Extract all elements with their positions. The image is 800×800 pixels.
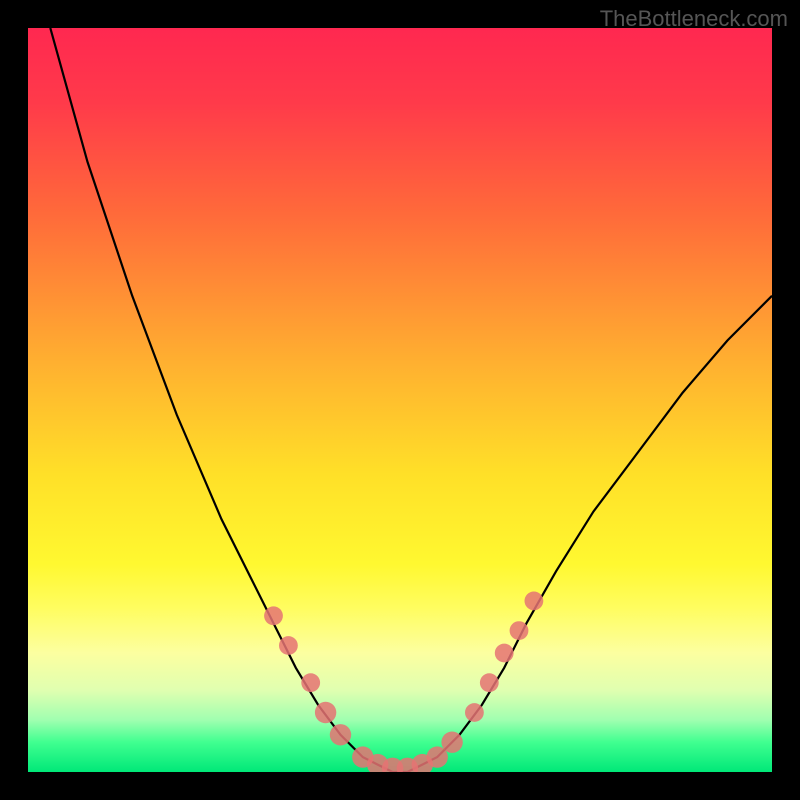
- chart-markers: [264, 592, 543, 773]
- marker-dot: [330, 724, 351, 745]
- marker-dot: [525, 592, 544, 611]
- marker-dot: [441, 732, 462, 753]
- chart-svg: [28, 28, 772, 772]
- marker-dot: [279, 636, 298, 655]
- marker-dot: [315, 702, 336, 723]
- chart-plot-area: [28, 28, 772, 772]
- bottleneck-curve: [50, 28, 772, 772]
- watermark-text: TheBottleneck.com: [600, 6, 788, 32]
- marker-dot: [301, 673, 320, 692]
- marker-dot: [480, 673, 499, 692]
- marker-dot: [510, 621, 529, 640]
- marker-dot: [495, 644, 514, 663]
- marker-dot: [264, 606, 283, 625]
- marker-dot: [465, 703, 484, 722]
